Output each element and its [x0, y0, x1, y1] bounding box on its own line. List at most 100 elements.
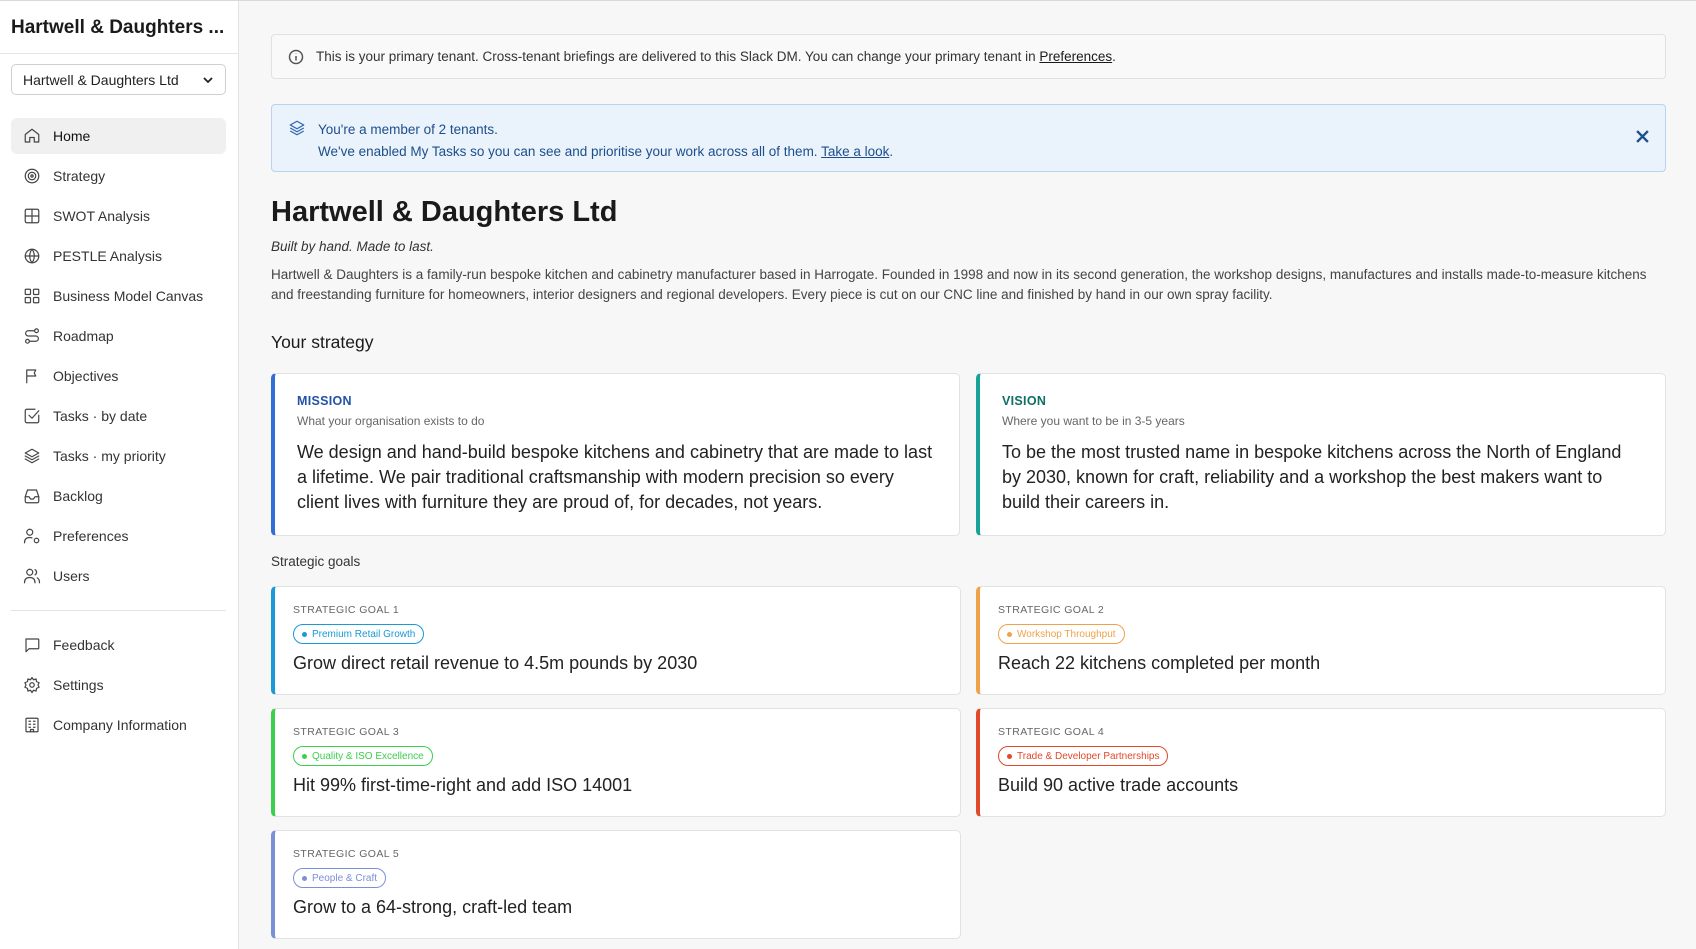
sidebar-item-label: PESTLE Analysis [53, 248, 162, 264]
company-tagline: Built by hand. Made to last. [271, 239, 434, 254]
goal-title: Reach 22 kitchens completed per month [998, 653, 1321, 673]
sidebar-item-label: SWOT Analysis [53, 208, 150, 224]
route-icon [23, 327, 41, 345]
layers-icon [23, 447, 41, 465]
goal-tag-label: Workshop Throughput [1017, 628, 1116, 640]
sidebar-item-label: Roadmap [53, 328, 114, 344]
flag-icon [23, 367, 41, 385]
sidebar-item-settings[interactable]: Settings [11, 667, 226, 703]
vision-label: VISION [1002, 394, 1047, 408]
mission-card: MISSION What your organisation exists to… [271, 373, 960, 536]
building-icon [23, 716, 41, 734]
goal-label: STRATEGIC GOAL 1 [293, 604, 400, 616]
home-icon [23, 127, 41, 145]
goal-tag-label: Trade & Developer Partnerships [1017, 750, 1160, 762]
goal-tag: Premium Retail Growth [293, 624, 425, 644]
sidebar-item-preferences[interactable]: Preferences [11, 518, 226, 554]
vision-subtitle: Where you want to be in 3-5 years [1002, 414, 1185, 428]
page-title: Hartwell & Daughters Ltd [271, 196, 618, 228]
banner-text: You're a member of 2 tenants. We've enab… [318, 119, 1649, 163]
goal-title: Grow direct retail revenue to 4.5m pound… [293, 653, 698, 673]
goal-label: STRATEGIC GOAL 5 [293, 848, 400, 860]
sidebar-item-backlog[interactable]: Backlog [11, 478, 226, 514]
goal-tag-label: Quality & ISO Excellence [312, 750, 424, 762]
user-cog-icon [23, 527, 41, 545]
mission-label: MISSION [297, 394, 352, 408]
sidebar-item-feedback[interactable]: Feedback [11, 627, 226, 663]
strategic-goal-card[interactable]: STRATEGIC GOAL 2 Workshop Throughput Reach… [976, 586, 1666, 695]
strategic-goal-card[interactable]: STRATEGIC GOAL 5 People & Craft Grow to a … [271, 830, 961, 939]
sidebar-item-pestle[interactable]: PESTLE Analysis [11, 238, 226, 274]
tenant-select[interactable]: Hartwell & Daughters Ltd [11, 64, 226, 95]
tag-dot [302, 631, 307, 637]
sidebar-item-tasks-my-priority[interactable]: Tasks · my priority [11, 438, 226, 474]
sidebar-item-swot[interactable]: SWOT Analysis [11, 198, 226, 234]
check-square-icon [23, 407, 41, 425]
mission-subtitle: What your organisation exists to do [297, 414, 485, 428]
sidebar-item-label: Feedback [53, 637, 115, 653]
primary-tenant-notice: This is your primary tenant. Cross-tenan… [271, 34, 1666, 79]
take-a-look-link[interactable]: Take a look [821, 144, 889, 159]
strategic-goals-heading: Strategic goals [271, 554, 361, 569]
goal-title: Build 90 active trade accounts [998, 775, 1239, 795]
strategic-goal-card[interactable]: STRATEGIC GOAL 4 Trade & Developer Partne… [976, 708, 1666, 817]
sidebar-item-label: Business Model Canvas [53, 288, 204, 304]
sidebar-item-tasks-by-date[interactable]: Tasks · by date [11, 398, 226, 434]
target-icon [23, 167, 41, 185]
goal-tag: Trade & Developer Partnerships [998, 746, 1169, 766]
vision-text: To be the most trusted name in bespoke k… [1002, 442, 1622, 512]
sidebar-item-business-model-canvas[interactable]: Business Model Canvas [11, 278, 226, 314]
sidebar: Hartwell & Daughters ... Hartwell & Daug… [0, 1, 239, 949]
sidebar-item-label: Strategy [53, 168, 106, 184]
chevron-down-icon [203, 76, 213, 83]
sidebar-item-company-information[interactable]: Company Information [11, 707, 226, 743]
tag-dot [1007, 631, 1012, 637]
inbox-icon [23, 487, 41, 505]
gear-icon [23, 676, 41, 694]
sidebar-item-label: Preferences [53, 528, 129, 544]
sidebar-item-home[interactable]: Home [11, 118, 226, 154]
sidebar-item-label: Objectives [53, 368, 119, 384]
goal-label: STRATEGIC GOAL 4 [998, 726, 1105, 738]
strategic-goal-card[interactable]: STRATEGIC GOAL 1 Premium Retail Growth Gro… [271, 586, 961, 695]
sidebar-item-label: Backlog [53, 488, 103, 504]
goal-tag: People & Craft [293, 868, 387, 888]
sidebar-item-label: Company Information [53, 717, 187, 733]
sidebar-item-label: Tasks · my priority [53, 448, 166, 464]
goal-tag: Workshop Throughput [998, 624, 1125, 644]
sidebar-item-label: Home [53, 128, 91, 144]
sidebar-item-strategy[interactable]: Strategy [11, 158, 226, 194]
tag-dot [302, 753, 307, 759]
preferences-link[interactable]: Preferences [1039, 49, 1112, 64]
close-banner-button[interactable] [1633, 127, 1651, 145]
sidebar-item-objectives[interactable]: Objectives [11, 358, 226, 394]
sidebar-item-users[interactable]: Users [11, 558, 226, 594]
tag-dot [302, 875, 307, 881]
layout-grid-icon [23, 287, 41, 305]
multi-tenant-banner: You're a member of 2 tenants. We've enab… [271, 104, 1666, 172]
info-icon [288, 49, 304, 64]
banner-line-2: We've enabled My Tasks so you can see an… [318, 144, 894, 159]
sidebar-item-label: Users [53, 568, 90, 584]
goal-title: Hit 99% first-time-right and add ISO 140… [293, 775, 633, 795]
goal-tag: Quality & ISO Excellence [293, 746, 433, 766]
strategic-goal-card[interactable]: STRATEGIC GOAL 3 Quality & ISO Excellence… [271, 708, 961, 817]
layers-icon [288, 119, 306, 137]
tag-dot [1007, 753, 1012, 759]
banner-line-1: You're a member of 2 tenants. [318, 122, 498, 137]
sidebar-item-roadmap[interactable]: Roadmap [11, 318, 226, 354]
vision-card: VISION Where you want to be in 3-5 years… [976, 373, 1666, 536]
notice-text: This is your primary tenant. Cross-tenan… [316, 49, 1116, 64]
goal-tag-label: People & Craft [312, 872, 378, 884]
close-icon [1635, 129, 1649, 143]
goal-label: STRATEGIC GOAL 3 [293, 726, 400, 738]
sidebar-nav: Home Strategy SWOT Analysis PESTLE Analy… [11, 118, 226, 747]
company-description: Hartwell & Daughters is a family-run bes… [271, 267, 1647, 302]
sidebar-title: Hartwell & Daughters ... [0, 1, 238, 54]
goal-tag-label: Premium Retail Growth [312, 628, 416, 640]
sidebar-item-label: Tasks · by date [53, 408, 148, 424]
message-square-icon [23, 636, 41, 654]
sidebar-divider [11, 610, 226, 611]
goal-label: STRATEGIC GOAL 2 [998, 604, 1105, 616]
goal-title: Grow to a 64-strong, craft-led team [293, 897, 573, 917]
